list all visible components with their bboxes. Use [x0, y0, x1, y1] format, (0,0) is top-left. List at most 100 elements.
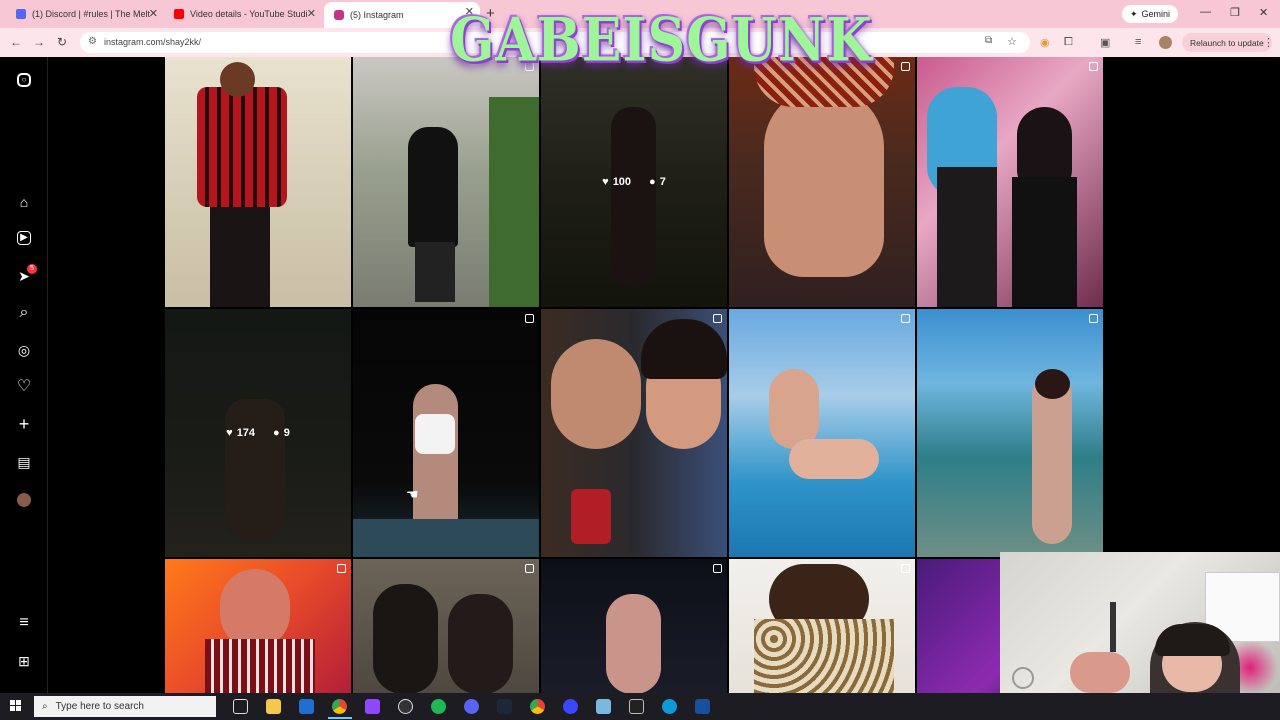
mail-icon[interactable]: [299, 699, 314, 714]
new-tab-icon[interactable]: +: [486, 5, 495, 22]
app-icon[interactable]: [563, 699, 578, 714]
instagram-icon: [334, 10, 344, 20]
sparkle-icon: ✦: [1130, 8, 1138, 19]
window-close-icon[interactable]: ✕: [1259, 6, 1268, 19]
comments-stat: ● 9: [273, 427, 290, 439]
home-icon[interactable]: ⌂: [16, 194, 32, 210]
multi-post-icon: [1089, 62, 1098, 71]
file-explorer-icon[interactable]: [266, 699, 281, 714]
likes-stat: ♥ 174: [226, 427, 255, 439]
close-icon[interactable]: ✕: [465, 5, 474, 18]
discord-icon: [16, 9, 26, 19]
comments-count: 7: [659, 176, 666, 188]
gemini-label: Gemini: [1141, 9, 1171, 19]
instagram-sidebar: ○ ⌂ ▶ ➤ 5 ⌕ ◎ ♡ + ▤ ≡ ⊞: [0, 57, 48, 693]
hover-stats-overlay: ♥ 174 ● 9: [165, 309, 351, 557]
search-placeholder: Type here to search: [55, 701, 144, 712]
post-thumbnail[interactable]: [729, 559, 915, 693]
reels-icon[interactable]: ▶: [17, 231, 31, 245]
search-icon[interactable]: ⌕: [16, 305, 32, 321]
multi-post-icon: [1089, 314, 1098, 323]
create-icon[interactable]: +: [16, 415, 32, 433]
search-icon: ⌕: [42, 701, 48, 712]
edge-icon[interactable]: [662, 699, 677, 714]
notifications-icon[interactable]: ♡: [16, 379, 32, 395]
chrome-icon[interactable]: [332, 699, 347, 714]
post-thumbnail[interactable]: [917, 57, 1103, 307]
tab-title: (5) Instagram: [350, 10, 404, 20]
post-thumbnail[interactable]: [917, 309, 1103, 557]
post-thumbnail[interactable]: [165, 57, 351, 307]
likes-count: 174: [236, 427, 256, 439]
extensions-icon[interactable]: ⧠: [1064, 36, 1073, 49]
adobe-icon[interactable]: [629, 699, 644, 714]
spotify-icon[interactable]: [431, 699, 446, 714]
tab-title: (1) Discord | #rules | The Meltin: [32, 9, 150, 19]
multi-post-icon: [525, 314, 534, 323]
close-icon[interactable]: ✕: [149, 7, 158, 20]
notification-badge: 5: [27, 264, 37, 274]
media-controls-icon[interactable]: ≡: [1135, 36, 1141, 48]
windows-start-icon[interactable]: [10, 700, 22, 712]
also-from-meta-icon[interactable]: ⊞: [16, 653, 32, 669]
mouse-cursor-icon: ☚: [406, 486, 419, 502]
side-panel-icon[interactable]: ▣: [1100, 36, 1110, 49]
post-thumbnail[interactable]: [541, 559, 727, 693]
post-thumbnail[interactable]: [353, 559, 539, 693]
discord-icon[interactable]: [464, 699, 479, 714]
multi-post-icon: [901, 314, 910, 323]
profile-avatar[interactable]: [1159, 36, 1172, 49]
post-thumbnail[interactable]: [353, 309, 539, 557]
explore-icon[interactable]: ◎: [16, 342, 32, 358]
instagram-logo-icon[interactable]: ○: [17, 73, 31, 87]
restore-icon[interactable]: ❐: [1230, 6, 1240, 19]
menu-icon[interactable]: ⋮: [1263, 36, 1274, 49]
forward-icon[interactable]: →: [33, 35, 45, 49]
install-app-icon[interactable]: ⧉: [985, 35, 992, 46]
post-thumbnail[interactable]: [729, 309, 915, 557]
minimize-icon[interactable]: —: [1200, 6, 1211, 18]
twitch-icon[interactable]: [365, 699, 380, 714]
profile-avatar[interactable]: [17, 493, 31, 507]
obs-icon[interactable]: [398, 699, 413, 714]
multi-post-icon: [525, 564, 534, 573]
r-app-icon[interactable]: [695, 699, 710, 714]
chrome-profile-icon[interactable]: [530, 699, 545, 714]
post-thumbnail[interactable]: ♥ 100 ● 7: [541, 57, 727, 307]
tab-discord[interactable]: (1) Discord | #rules | The Meltin ✕: [6, 4, 164, 24]
posts-grid: ♥ 100 ● 7 ♥ 174 ● 9: [165, 57, 1105, 693]
post-thumbnail[interactable]: [353, 57, 539, 307]
steam-icon[interactable]: [497, 699, 512, 714]
tab-instagram[interactable]: (5) Instagram ✕: [324, 2, 480, 28]
multi-post-icon: [901, 62, 910, 71]
multi-post-icon: [713, 314, 722, 323]
gemini-button[interactable]: ✦ Gemini: [1122, 5, 1179, 23]
dashboard-icon[interactable]: ▤: [16, 454, 32, 470]
active-app-indicator: [328, 717, 352, 719]
heart-icon: ♥: [226, 427, 233, 439]
close-icon[interactable]: ✕: [307, 7, 316, 20]
rss-icon[interactable]: ◉: [1040, 36, 1050, 49]
post-thumbnail[interactable]: [729, 57, 915, 307]
relaunch-button[interactable]: Relaunch to update: [1182, 33, 1272, 52]
more-menu-icon[interactable]: ≡: [16, 615, 32, 631]
back-icon[interactable]: ←: [10, 35, 22, 49]
post-thumbnail[interactable]: ♥ 174 ● 9: [165, 309, 351, 557]
youtube-icon: [174, 9, 184, 19]
reload-icon[interactable]: ↻: [57, 35, 67, 49]
microphone-stand: [1110, 602, 1116, 652]
streamer-hair: [1155, 624, 1230, 656]
taskbar-search-box[interactable]: ⌕ Type here to search: [34, 696, 216, 717]
task-view-icon[interactable]: [233, 699, 248, 714]
post-thumbnail[interactable]: [541, 309, 727, 557]
address-bar[interactable]: ⚙ instagram.com/shay2kk/ ⧉ ☆: [80, 32, 1030, 53]
post-thumbnail[interactable]: [165, 559, 351, 693]
tab-title: Video details - YouTube Studio: [190, 9, 308, 19]
multi-post-icon: [901, 564, 910, 573]
webcam-overlay: [1000, 552, 1280, 693]
notepad-icon[interactable]: [596, 699, 611, 714]
site-info-icon[interactable]: ⚙: [88, 36, 97, 47]
bookmark-star-icon[interactable]: ☆: [1007, 35, 1017, 48]
browser-tab-bar: (1) Discord | #rules | The Meltin ✕ Vide…: [0, 0, 1280, 28]
tab-youtube-studio[interactable]: Video details - YouTube Studio ✕: [164, 4, 322, 24]
